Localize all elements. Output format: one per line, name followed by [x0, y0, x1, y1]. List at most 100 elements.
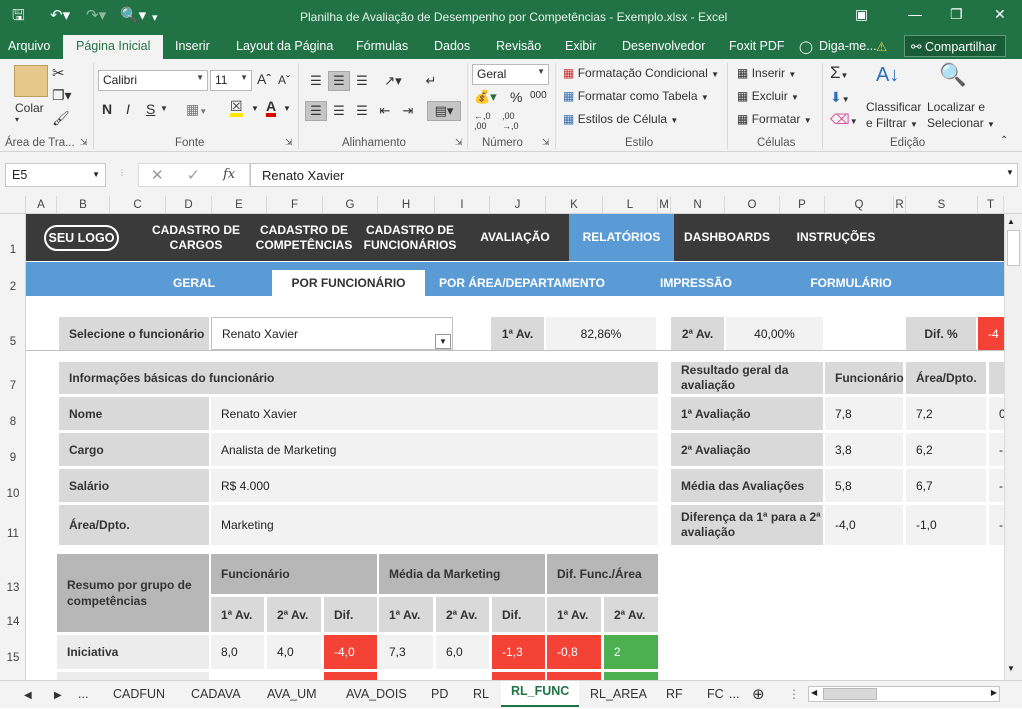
- shrink-font-icon[interactable]: Aˇ: [278, 73, 290, 87]
- sheet-tab-more[interactable]: ...: [729, 684, 739, 706]
- tab-desenvolvedor[interactable]: Desenvolvedor: [622, 39, 705, 53]
- tab-exibir[interactable]: Exibir: [565, 39, 596, 53]
- row-header[interactable]: 9: [0, 452, 26, 464]
- col-header[interactable]: S: [906, 196, 978, 214]
- bold-button[interactable]: N: [102, 101, 112, 117]
- row-header[interactable]: 2: [0, 281, 26, 293]
- horizontal-scroll-thumb[interactable]: [823, 688, 877, 700]
- borders-icon[interactable]: ▦▼: [186, 101, 207, 118]
- sheet-tab[interactable]: RF: [666, 684, 683, 706]
- insert-function-icon[interactable]: fx: [223, 167, 235, 182]
- subnav-geral[interactable]: GERAL: [146, 262, 242, 296]
- row-header[interactable]: 14: [0, 616, 26, 628]
- sheet-tab-active[interactable]: RL_FUNC: [501, 681, 580, 707]
- scroll-up-icon[interactable]: ▲: [1007, 217, 1015, 226]
- scroll-down-icon[interactable]: ▼: [1007, 664, 1015, 673]
- sheet-tab[interactable]: FC: [707, 684, 724, 706]
- increase-indent-icon[interactable]: ⇥: [397, 101, 419, 121]
- row-header[interactable]: 11: [0, 528, 26, 540]
- next-sheet-icon[interactable]: ▶: [54, 687, 62, 709]
- percent-icon[interactable]: %: [510, 89, 522, 105]
- sort-filter-icon[interactable]: A↓: [876, 64, 899, 87]
- tab-revisao[interactable]: Revisão: [496, 39, 541, 53]
- add-sheet-icon[interactable]: ⊕: [752, 682, 765, 704]
- collapse-ribbon-icon[interactable]: ⌃: [1000, 135, 1008, 146]
- close-icon[interactable]: ✕: [994, 6, 1006, 23]
- grow-font-icon[interactable]: Aˆ: [257, 71, 271, 87]
- sheet-tab[interactable]: AVA_DOIS: [346, 684, 407, 706]
- tab-layout[interactable]: Layout da Página: [236, 39, 333, 53]
- alignment-launcher-icon[interactable]: ⇲: [455, 137, 463, 148]
- nav-relatorios[interactable]: RELATÓRIOS: [569, 214, 674, 261]
- subnav-formulario[interactable]: FORMULÁRIO: [801, 262, 901, 296]
- align-top-icon[interactable]: ☰: [305, 71, 327, 91]
- col-header[interactable]: C: [110, 196, 166, 214]
- splitter-icon[interactable]: ⋮: [788, 684, 800, 706]
- redo-icon[interactable]: ↷▾: [86, 7, 106, 25]
- col-header[interactable]: I: [435, 196, 490, 214]
- row-header[interactable]: 15: [0, 652, 26, 664]
- align-right-icon[interactable]: ☰: [351, 101, 373, 121]
- nav-cadastro-cargos[interactable]: CADASTRO DE CARGOS: [146, 214, 246, 261]
- minimize-icon[interactable]: —: [908, 6, 922, 22]
- col-header[interactable]: F: [267, 196, 323, 214]
- sheet-tab[interactable]: RL_AREA: [590, 684, 647, 706]
- currency-icon[interactable]: 💰▾: [474, 89, 497, 105]
- col-header[interactable]: T: [978, 196, 1004, 214]
- sheet-tab[interactable]: AVA_UM: [267, 684, 317, 706]
- clipboard-launcher-icon[interactable]: ⇲: [80, 137, 88, 148]
- col-header[interactable]: H: [378, 196, 435, 214]
- row-header[interactable]: 8: [0, 416, 26, 428]
- col-header[interactable]: A: [26, 196, 57, 214]
- col-header[interactable]: G: [323, 196, 378, 214]
- col-header[interactable]: P: [780, 196, 825, 214]
- col-header[interactable]: D: [166, 196, 212, 214]
- tell-me[interactable]: Diga-me...: [819, 39, 877, 53]
- number-format-select[interactable]: Geral ▼: [472, 64, 549, 85]
- increase-decimal-icon[interactable]: ←,0,00: [474, 111, 491, 131]
- enter-icon[interactable]: ✓: [187, 166, 200, 184]
- paste-icon[interactable]: [14, 65, 48, 97]
- sort-filter-button[interactable]: Classificar e Filtrar ▼: [866, 99, 921, 133]
- number-launcher-icon[interactable]: ⇲: [542, 137, 550, 148]
- drag-handle-icon[interactable]: ⋮: [118, 168, 126, 177]
- autosum-icon[interactable]: Σ▼: [830, 63, 848, 83]
- font-size-select[interactable]: 11 ▼: [210, 70, 252, 91]
- customize-qat-icon[interactable]: ▾: [152, 9, 158, 27]
- nav-instrucoes[interactable]: INSTRUÇÕES: [786, 214, 886, 261]
- row-header[interactable]: 13: [0, 582, 26, 594]
- col-header[interactable]: O: [725, 196, 780, 214]
- font-color-dropdown-icon[interactable]: ▼: [283, 104, 291, 113]
- wrap-text-icon[interactable]: ↵: [420, 71, 442, 91]
- nav-cadastro-competencias[interactable]: CADASTRO DE COMPETÊNCIAS: [252, 214, 356, 261]
- col-header[interactable]: K: [546, 196, 603, 214]
- copy-icon[interactable]: ❐▾: [52, 87, 72, 104]
- align-center-icon[interactable]: ☰: [328, 101, 350, 121]
- col-header[interactable]: M: [658, 196, 671, 214]
- tab-dados[interactable]: Dados: [434, 39, 470, 53]
- share-button[interactable]: ⚯ Compartilhar: [904, 35, 1006, 57]
- underline-dropdown-icon[interactable]: ▼: [160, 104, 168, 113]
- find-select-button[interactable]: Localizar e Selecionar ▼: [927, 99, 995, 133]
- cell-styles-button[interactable]: ▦ Estilos de Célula ▼: [563, 112, 678, 126]
- merge-center-icon[interactable]: ▤▾: [427, 101, 461, 121]
- tab-inserir[interactable]: Inserir: [175, 39, 210, 53]
- sheet-tab[interactable]: RL: [473, 684, 489, 706]
- col-header[interactable]: E: [212, 196, 267, 214]
- dropdown-arrow-icon[interactable]: ▼: [435, 334, 451, 349]
- sheet-tab[interactable]: PD: [431, 684, 448, 706]
- cut-icon[interactable]: ✂: [52, 64, 65, 82]
- align-left-icon[interactable]: ☰: [305, 101, 327, 121]
- col-header[interactable]: J: [490, 196, 546, 214]
- subnav-por-area[interactable]: POR ÁREA/DEPARTAMENTO: [434, 262, 610, 296]
- nav-dashboards[interactable]: DASHBOARDS: [676, 214, 778, 261]
- subnav-impressao[interactable]: IMPRESSÃO: [646, 262, 746, 296]
- underline-button[interactable]: S: [146, 101, 155, 117]
- fill-color-icon[interactable]: ☒: [230, 99, 243, 117]
- conditional-format-button[interactable]: ▦ Formatação Condicional ▼: [563, 66, 719, 80]
- row-header[interactable]: 1: [0, 244, 26, 256]
- formula-input[interactable]: Renato Xavier: [250, 163, 1018, 187]
- decrease-decimal-icon[interactable]: ,00 →,0: [502, 111, 519, 131]
- employee-select[interactable]: Renato Xavier: [211, 317, 453, 350]
- horizontal-scrollbar[interactable]: ◀ ▶: [808, 686, 1000, 702]
